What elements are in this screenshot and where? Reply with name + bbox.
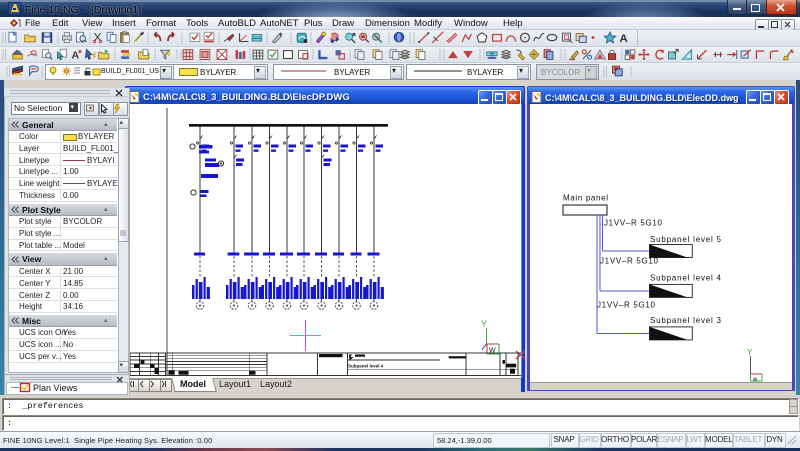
svg-text:Y: Y [747, 348, 753, 357]
svg-text:w: w [752, 377, 758, 383]
svg-text:A: A [72, 50, 80, 62]
svg-text:Subpanel level 4: Subpanel level 4 [650, 274, 722, 283]
svg-text:Subpanel level 4: Subpanel level 4 [348, 364, 384, 369]
svg-text:Subpanel level 5: Subpanel level 5 [650, 235, 722, 244]
svg-text:Main panel: Main panel [563, 194, 608, 203]
svg-text:J1VV–R 5G10: J1VV–R 5G10 [597, 301, 656, 310]
svg-text:A: A [620, 33, 628, 45]
svg-text:Y: Y [481, 319, 487, 329]
svg-text:J1VV–R 5G10: J1VV–R 5G10 [600, 257, 659, 266]
svg-text:Subpanel level 3: Subpanel level 3 [650, 316, 722, 325]
svg-text:J1VV–R 5G10: J1VV–R 5G10 [604, 219, 663, 228]
